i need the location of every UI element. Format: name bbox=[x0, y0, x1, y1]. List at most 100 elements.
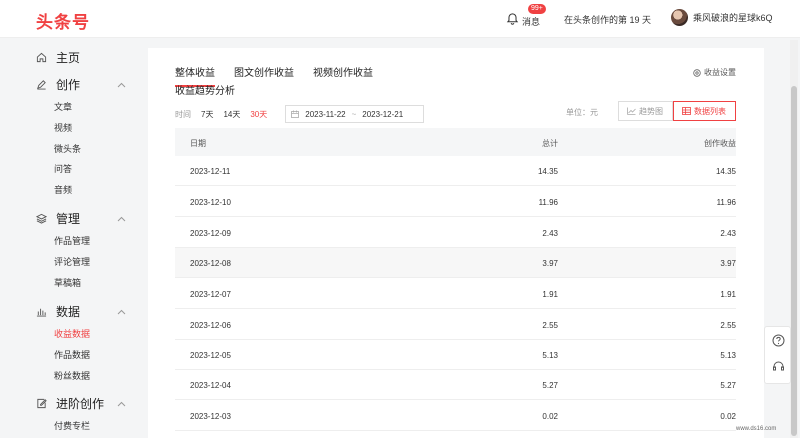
help-icon[interactable] bbox=[772, 334, 785, 347]
cell-total: 2.43 bbox=[542, 229, 558, 238]
cell-total: 5.27 bbox=[542, 381, 558, 390]
tab-article-income[interactable]: 图文创作收益 bbox=[234, 64, 294, 83]
cell-date: 2023-12-08 bbox=[190, 259, 231, 268]
cell-total: 0.02 bbox=[542, 412, 558, 421]
pen-icon bbox=[37, 80, 46, 90]
cell-date: 2023-12-10 bbox=[190, 198, 231, 207]
sidebar-item-income-data[interactable]: 收益数据 bbox=[54, 327, 90, 340]
sidebar-group-label: 创作 bbox=[56, 78, 81, 92]
cell-creation: 2.43 bbox=[720, 229, 736, 238]
date-range-picker[interactable]: 2023-11-22 ~ 2023-12-21 bbox=[285, 105, 425, 123]
time-option-30d[interactable]: 30天 bbox=[250, 109, 267, 120]
table-row: 2023-12-03 0.02 0.02 bbox=[175, 401, 736, 431]
column-header-date: 日期 bbox=[190, 139, 206, 148]
sidebar-group-manage[interactable]: 管理 bbox=[36, 210, 80, 227]
sidebar-item-qa[interactable]: 问答 bbox=[54, 162, 72, 175]
scrollbar-thumb[interactable] bbox=[791, 86, 797, 436]
chevron-up-icon[interactable] bbox=[117, 216, 126, 222]
sidebar-item-audio[interactable]: 音频 bbox=[54, 183, 72, 196]
cell-creation: 0.02 bbox=[720, 412, 736, 421]
cell-total: 5.13 bbox=[542, 351, 558, 360]
date-separator: ~ bbox=[351, 109, 357, 119]
table-icon bbox=[682, 107, 691, 115]
logo[interactable]: 头条号 bbox=[36, 8, 90, 33]
cell-creation: 5.27 bbox=[720, 381, 736, 390]
messages-button[interactable]: 消息 99+ bbox=[506, 4, 546, 28]
layers-icon bbox=[36, 213, 47, 224]
gear-icon bbox=[693, 68, 701, 77]
chevron-up-icon[interactable] bbox=[117, 309, 126, 315]
time-option-14d[interactable]: 14天 bbox=[223, 109, 240, 120]
bell-icon bbox=[506, 12, 519, 25]
table-row: 2023-12-10 11.96 11.96 bbox=[175, 187, 736, 217]
sidebar-item-article[interactable]: 文章 bbox=[54, 100, 72, 113]
sidebar-item-comments[interactable]: 评论管理 bbox=[54, 255, 90, 268]
cell-date: 2023-12-07 bbox=[190, 290, 231, 299]
data-list-label: 数据列表 bbox=[694, 106, 726, 116]
trend-chart-label: 趋势图 bbox=[639, 106, 663, 116]
cell-creation: 14.35 bbox=[715, 167, 736, 176]
time-filter: 时间 7天 14天 30天 2023-11-22 ~ 2023-12-21 bbox=[175, 105, 425, 123]
cell-date: 2023-12-06 bbox=[190, 321, 231, 330]
date-start: 2023-11-22 bbox=[305, 109, 346, 119]
trend-chart-button[interactable]: 趋势图 bbox=[618, 101, 673, 121]
date-end: 2023-12-21 bbox=[362, 109, 404, 119]
cell-date: 2023-12-04 bbox=[190, 381, 231, 390]
table-row: 2023-12-05 5.13 5.13 bbox=[175, 340, 736, 370]
calendar-icon bbox=[291, 110, 300, 118]
table-row: 2023-12-06 2.55 2.55 bbox=[175, 310, 736, 340]
cell-creation: 3.97 bbox=[720, 259, 736, 268]
cell-creation: 11.96 bbox=[716, 198, 736, 207]
section-title: 收益趋势分析 bbox=[175, 86, 235, 97]
chevron-up-icon[interactable] bbox=[117, 82, 126, 88]
cell-date: 2023-12-11 bbox=[190, 167, 231, 176]
watermark: www.ds16.com bbox=[736, 426, 777, 432]
page-scrollbar[interactable] bbox=[790, 40, 798, 438]
home-icon bbox=[36, 52, 47, 63]
floating-help-panel bbox=[764, 326, 791, 384]
table-row: 2023-12-11 14.35 14.35 bbox=[175, 156, 736, 186]
cell-total: 11.96 bbox=[538, 198, 558, 207]
sidebar-group-label: 数据 bbox=[56, 305, 81, 319]
sidebar-item-works[interactable]: 作品管理 bbox=[54, 234, 90, 247]
sidebar-item-paid-column[interactable]: 付费专栏 bbox=[54, 419, 90, 432]
creation-days-text: 在头条创作的第 19 天 bbox=[564, 15, 652, 25]
sidebar-item-drafts[interactable]: 草稿箱 bbox=[54, 276, 81, 289]
avatar[interactable] bbox=[671, 9, 688, 26]
sidebar-group-advanced[interactable]: 进阶创作 bbox=[36, 395, 104, 412]
line-chart-icon bbox=[627, 107, 636, 115]
time-option-7d[interactable]: 7天 bbox=[201, 109, 213, 120]
table-header: 日期 总计 创作收益 bbox=[175, 128, 736, 156]
cell-creation: 1.91 bbox=[720, 290, 736, 299]
sidebar-group-data[interactable]: 数据 bbox=[36, 303, 80, 320]
data-list-button[interactable]: 数据列表 bbox=[673, 101, 736, 121]
table-row: 2023-12-08 3.97 3.97 bbox=[175, 248, 736, 278]
cell-creation: 2.55 bbox=[720, 321, 736, 330]
cell-creation: 5.13 bbox=[720, 351, 736, 360]
sidebar-item-video[interactable]: 视频 bbox=[54, 121, 72, 134]
income-tabs: 整体收益 图文创作收益 视频创作收益 bbox=[175, 64, 373, 87]
sidebar: 主页 创作 文章 视频 微头条 问答 音频 管理 作品管理 评论管理 草稿箱 数… bbox=[0, 38, 148, 438]
cell-total: 1.91 bbox=[542, 290, 558, 299]
top-bar: 头条号 消息 99+ 在头条创作的第 19 天 乘风破浪的星球k6Q bbox=[0, 0, 800, 38]
table-row: 2023-12-04 5.27 5.27 bbox=[175, 370, 736, 400]
cell-date: 2023-12-09 bbox=[190, 229, 231, 238]
chevron-up-icon[interactable] bbox=[117, 401, 126, 407]
sidebar-group-label: 进阶创作 bbox=[56, 397, 105, 411]
sidebar-item-home[interactable]: 主页 bbox=[36, 49, 80, 66]
sidebar-item-fans-data[interactable]: 粉丝数据 bbox=[54, 369, 90, 382]
headset-icon[interactable] bbox=[772, 360, 785, 373]
sidebar-item-micro[interactable]: 微头条 bbox=[54, 142, 81, 155]
username[interactable]: 乘风破浪的星球k6Q bbox=[693, 11, 773, 24]
sidebar-item-works-data[interactable]: 作品数据 bbox=[54, 348, 90, 361]
table-row: 2023-12-07 1.91 1.91 bbox=[175, 279, 736, 309]
sidebar-group-label: 管理 bbox=[56, 212, 81, 226]
cell-total: 3.97 bbox=[542, 259, 558, 268]
tab-overall-income[interactable]: 整体收益 bbox=[175, 64, 215, 87]
sidebar-group-create[interactable]: 创作 bbox=[36, 76, 80, 93]
edit-doc-icon bbox=[37, 398, 47, 409]
income-settings-button[interactable]: 收益设置 bbox=[693, 67, 736, 78]
tab-video-income[interactable]: 视频创作收益 bbox=[313, 64, 373, 83]
user-menu[interactable]: 乘风破浪的星球k6Q bbox=[671, 9, 773, 26]
time-label: 时间 bbox=[175, 109, 191, 119]
